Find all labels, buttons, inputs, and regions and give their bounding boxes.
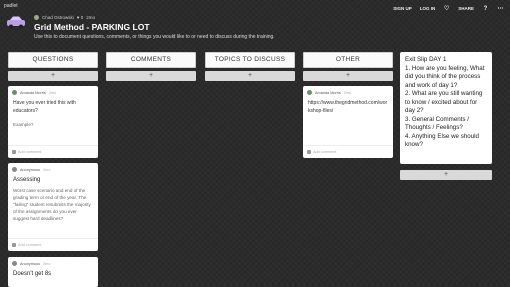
add-post-button[interactable]: + bbox=[8, 71, 98, 81]
avatar bbox=[307, 90, 312, 95]
author-avatar bbox=[34, 15, 39, 20]
post-time: 2mo bbox=[43, 167, 51, 172]
column-header-questions: QUESTIONS bbox=[8, 52, 98, 68]
post-author: Amanda Morris 2mo bbox=[8, 86, 98, 95]
post-time: 2mo bbox=[86, 15, 95, 20]
avatar bbox=[12, 261, 17, 266]
header-actions: SIGN UP LOG IN ♡ SHARE ? ⋯ bbox=[393, 5, 504, 13]
column-other: OTHER + bbox=[303, 52, 393, 81]
column-comments: COMMENTS + bbox=[106, 52, 196, 81]
post-card[interactable]: Amanda Morris 2mo Have you ever tried th… bbox=[8, 86, 98, 158]
add-post-button[interactable]: + bbox=[303, 71, 393, 81]
heart-icon[interactable]: ♡ bbox=[443, 5, 450, 12]
add-comment[interactable]: Add comment bbox=[12, 150, 41, 154]
exit-slip-card[interactable]: Exit Slip DAY 1 1. How are you feeling, … bbox=[400, 52, 492, 164]
signup-button[interactable]: SIGN UP bbox=[393, 6, 412, 11]
post-heading: Assessing bbox=[13, 177, 41, 183]
exit-slip-line: 2. What are you still wanting to know / … bbox=[405, 90, 483, 115]
add-post-button[interactable]: + bbox=[400, 170, 492, 180]
post-author: Anonymous 2mo bbox=[8, 257, 98, 266]
add-comment[interactable]: Add comment bbox=[307, 150, 336, 154]
author-name[interactable]: Chad Ostrowski bbox=[42, 15, 74, 20]
post-time: 2mo bbox=[43, 261, 51, 266]
page-subtitle: Use this to document questions, comments… bbox=[34, 34, 275, 40]
author-name: Anonymous bbox=[20, 167, 41, 172]
add-post-button[interactable]: + bbox=[106, 71, 196, 81]
add-comment-label: Add comment bbox=[18, 150, 42, 154]
author-name: Anonymous bbox=[20, 261, 41, 266]
post-time: 2mo bbox=[48, 90, 57, 95]
column-questions: QUESTIONS + bbox=[8, 52, 98, 81]
divider bbox=[303, 145, 393, 146]
add-comment-label: Add comment bbox=[18, 243, 42, 247]
exit-slip-line: 4. Anything Else we should know? bbox=[405, 132, 479, 149]
comment-icon bbox=[12, 243, 16, 247]
post-time: 2mo bbox=[343, 90, 352, 95]
comment-icon bbox=[307, 150, 311, 154]
exit-slip-title: Exit Slip DAY 1 bbox=[405, 56, 447, 63]
page-title: Grid Method - PARKING LOT bbox=[34, 22, 150, 32]
post-subtext: Example? bbox=[13, 121, 34, 127]
column-header-comments: COMMENTS bbox=[106, 52, 196, 68]
help-icon[interactable]: ? bbox=[482, 5, 489, 12]
comment-icon bbox=[12, 150, 16, 154]
top-bar: padlet Chad Ostrowski ♥ 0 2mo Grid Metho… bbox=[0, 0, 510, 48]
author-name: Amanda Morris bbox=[315, 90, 341, 95]
column-header-other: OTHER bbox=[303, 52, 393, 68]
post-card[interactable]: Anonymous 2mo Doesn't get 8s bbox=[8, 257, 98, 287]
exit-slip-line: 1. How are you feeling, What did you thi… bbox=[405, 64, 485, 89]
post-body: Worst case scenario and end of the gradi… bbox=[13, 188, 91, 221]
add-comment-label: Add comment bbox=[313, 150, 337, 154]
add-comment[interactable]: Add comment bbox=[12, 243, 41, 247]
share-button[interactable]: SHARE bbox=[458, 6, 474, 11]
author-name: Amanda Morris bbox=[20, 90, 46, 95]
column-header-topics: TOPICS TO DISCUSS bbox=[205, 52, 295, 68]
post-body: Have you ever tried this with educators? bbox=[13, 100, 76, 114]
post-author: Anonymous 2mo bbox=[8, 163, 98, 172]
avatar bbox=[12, 90, 17, 95]
add-post-button[interactable]: + bbox=[205, 71, 295, 81]
post-heading: Doesn't get 8s bbox=[13, 271, 52, 277]
avatar bbox=[12, 167, 17, 172]
post-link[interactable]: https://www.thegridmethod.com/workshop-f… bbox=[303, 95, 393, 116]
login-button[interactable]: LOG IN bbox=[420, 6, 436, 11]
post-card[interactable]: Amanda Morris 2mo https://www.thegridmet… bbox=[303, 86, 393, 158]
divider bbox=[8, 145, 98, 146]
more-icon[interactable]: ⋯ bbox=[497, 5, 504, 12]
post-card[interactable]: Anonymous 2mo Assessing Worst case scena… bbox=[8, 163, 98, 251]
divider bbox=[8, 238, 98, 239]
post-meta: Chad Ostrowski ♥ 0 2mo bbox=[34, 15, 95, 20]
likes-count: ♥ 0 bbox=[76, 15, 84, 20]
post-author: Amanda Morris 2mo bbox=[303, 86, 393, 95]
column-topics: TOPICS TO DISCUSS + bbox=[205, 52, 295, 81]
padlet-car-icon bbox=[7, 16, 25, 29]
brand-label: padlet bbox=[4, 3, 18, 9]
exit-slip-line: 3. General Comments / Thoughts / Feeling… bbox=[405, 115, 469, 132]
